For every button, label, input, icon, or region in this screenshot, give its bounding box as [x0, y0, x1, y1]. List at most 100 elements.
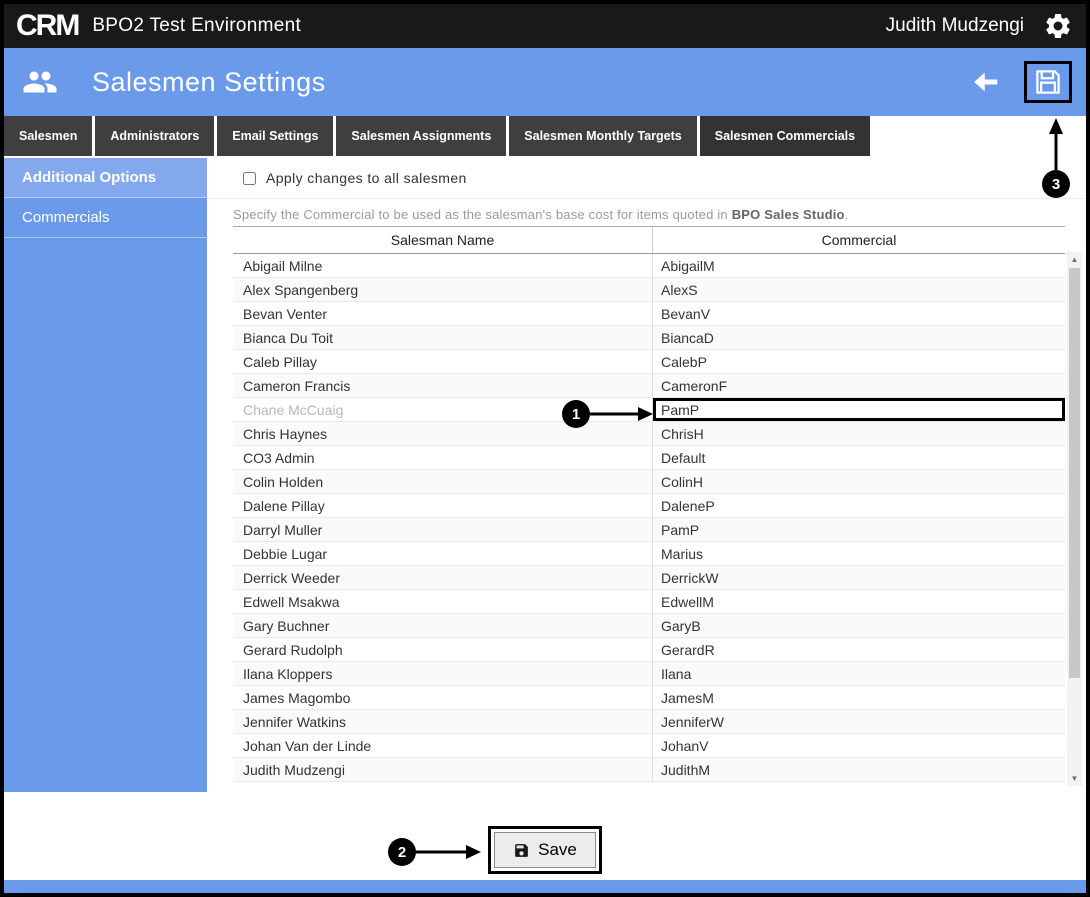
salesman-name-cell: Gerard Rudolph [233, 638, 653, 661]
save-button[interactable]: Save [494, 832, 596, 868]
apply-all-checkbox[interactable] [243, 172, 256, 185]
table-scrollbar[interactable]: ▲ ▼ [1067, 252, 1082, 786]
commercial-cell[interactable]: GerardR [653, 638, 1065, 661]
salesman-name-cell: Dalene Pillay [233, 494, 653, 517]
back-arrow-icon[interactable] [968, 67, 1004, 97]
commercial-cell[interactable]: ChrisH [653, 422, 1065, 445]
settings-gear-icon[interactable] [1042, 10, 1074, 42]
table-header: Salesman Name Commercial [233, 227, 1065, 254]
commercial-cell[interactable]: GaryB [653, 614, 1065, 637]
tab-email-settings[interactable]: Email Settings [217, 116, 333, 156]
tab-salesmen-commercials[interactable]: Salesmen Commercials [700, 116, 870, 156]
table-row: Bevan Venter BevanV [233, 302, 1065, 326]
salesmen-table-body: Abigail Milne AbigailM Alex Spangenberg … [233, 254, 1065, 786]
commercial-cell[interactable]: JenniferW [653, 710, 1065, 733]
salesman-name-cell: Edwell Msakwa [233, 590, 653, 613]
table-row: CO3 Admin Default [233, 446, 1065, 470]
table-row: Derrick Weeder DerrickW [233, 566, 1065, 590]
apply-all-row: Apply changes to all salesmen [207, 158, 1086, 199]
table-row: Colin Holden ColinH [233, 470, 1065, 494]
salesman-name-cell: Abigail Milne [233, 254, 653, 277]
salesman-name-cell: James Magombo [233, 686, 653, 709]
salesman-name-cell: Jennifer Watkins [233, 710, 653, 733]
page-title: Salesmen Settings [92, 67, 326, 98]
salesman-name-cell: Bevan Venter [233, 302, 653, 325]
salesman-name-cell: Derrick Weeder [233, 566, 653, 589]
page-header: Salesmen Settings [4, 48, 1086, 116]
commercial-cell[interactable]: PamP [653, 398, 1065, 421]
table-row: Abigail Milne AbigailM [233, 254, 1065, 278]
salesman-name-cell: Judith Mudzengi [233, 758, 653, 781]
sidebar: Additional Options Commercials [4, 158, 207, 792]
crm-logo: CRM [16, 11, 78, 41]
table-row: Cameron Francis CameronF [233, 374, 1065, 398]
table-row: Caleb Pillay CalebP [233, 350, 1065, 374]
table-row: Ilana Kloppers Ilana [233, 662, 1065, 686]
commercial-cell[interactable]: DerrickW [653, 566, 1065, 589]
salesman-name-cell: Debbie Lugar [233, 542, 653, 565]
commercial-cell[interactable]: JudithM [653, 758, 1065, 781]
commercial-cell[interactable]: JohanV [653, 734, 1065, 757]
commercial-cell[interactable]: AlexS [653, 278, 1065, 301]
scrollbar-thumb[interactable] [1069, 268, 1080, 678]
salesman-name-cell: Cameron Francis [233, 374, 653, 397]
table-row: Johan Van der Linde JohanV [233, 734, 1065, 758]
save-area: Save [4, 792, 1086, 880]
annotation-1: 1 [562, 400, 590, 428]
commercial-cell[interactable]: Marius [653, 542, 1065, 565]
salesman-name-cell: CO3 Admin [233, 446, 653, 469]
description-bold-text: BPO Sales Studio [732, 207, 845, 222]
tab-bar: Salesmen Administrators Email Settings S… [4, 116, 1086, 158]
commercial-cell[interactable]: AbigailM [653, 254, 1065, 277]
salesman-name-cell: Johan Van der Linde [233, 734, 653, 757]
column-header-commercial: Commercial [653, 227, 1065, 253]
footer-bar [4, 880, 1086, 893]
commercial-cell[interactable]: ColinH [653, 470, 1065, 493]
tab-salesmen-assignments[interactable]: Salesmen Assignments [336, 116, 506, 156]
salesman-name-cell: Alex Spangenberg [233, 278, 653, 301]
table-description: Specify the Commercial to be used as the… [233, 207, 1086, 222]
top-bar: CRM BPO2 Test Environment Judith Mudzeng… [4, 4, 1086, 48]
table-row: Chane McCuaig PamP [233, 398, 1065, 422]
tab-salesmen-monthly-targets[interactable]: Salesmen Monthly Targets [509, 116, 696, 156]
save-icon [513, 842, 530, 859]
table-row: Gerard Rudolph GerardR [233, 638, 1065, 662]
commercial-cell[interactable]: Ilana [653, 662, 1065, 685]
salesman-name-cell: Ilana Kloppers [233, 662, 653, 685]
sidebar-item-commercials[interactable]: Commercials [4, 198, 207, 238]
column-header-salesman-name: Salesman Name [233, 227, 653, 253]
save-button-label: Save [538, 840, 577, 860]
salesmen-icon [14, 64, 66, 100]
description-period: . [845, 207, 849, 222]
save-button-highlight: Save [488, 826, 602, 874]
salesmen-table: Salesman Name Commercial Abigail Milne A… [233, 226, 1065, 786]
table-row: Dalene Pillay DaleneP [233, 494, 1065, 518]
main-panel: Apply changes to all salesmen Specify th… [207, 158, 1086, 792]
table-row: James Magombo JamesM [233, 686, 1065, 710]
table-row: Edwell Msakwa EdwellM [233, 590, 1065, 614]
commercial-cell[interactable]: CalebP [653, 350, 1065, 373]
scroll-down-icon[interactable]: ▼ [1067, 771, 1082, 786]
commercial-cell[interactable]: DaleneP [653, 494, 1065, 517]
salesman-name-cell: Darryl Muller [233, 518, 653, 541]
salesman-name-cell: Gary Buchner [233, 614, 653, 637]
salesmen-table-area: Salesman Name Commercial Abigail Milne A… [233, 226, 1082, 786]
table-row: Darryl Muller PamP [233, 518, 1065, 542]
annotation-2: 2 [388, 838, 416, 866]
table-row: Alex Spangenberg AlexS [233, 278, 1065, 302]
commercial-cell[interactable]: BiancaD [653, 326, 1065, 349]
commercial-cell[interactable]: BevanV [653, 302, 1065, 325]
commercial-cell[interactable]: PamP [653, 518, 1065, 541]
scroll-up-icon[interactable]: ▲ [1067, 252, 1082, 267]
table-row: Bianca Du Toit BiancaD [233, 326, 1065, 350]
description-text: Specify the Commercial to be used as the… [233, 207, 732, 222]
content-body: Additional Options Commercials Apply cha… [4, 158, 1086, 792]
commercial-cell[interactable]: CameronF [653, 374, 1065, 397]
commercial-cell[interactable]: EdwellM [653, 590, 1065, 613]
tab-salesmen[interactable]: Salesmen [4, 116, 92, 156]
tab-administrators[interactable]: Administrators [95, 116, 214, 156]
sidebar-item-additional-options[interactable]: Additional Options [4, 158, 207, 198]
commercial-cell[interactable]: Default [653, 446, 1065, 469]
commercial-cell[interactable]: JamesM [653, 686, 1065, 709]
header-save-icon[interactable] [1024, 61, 1072, 103]
